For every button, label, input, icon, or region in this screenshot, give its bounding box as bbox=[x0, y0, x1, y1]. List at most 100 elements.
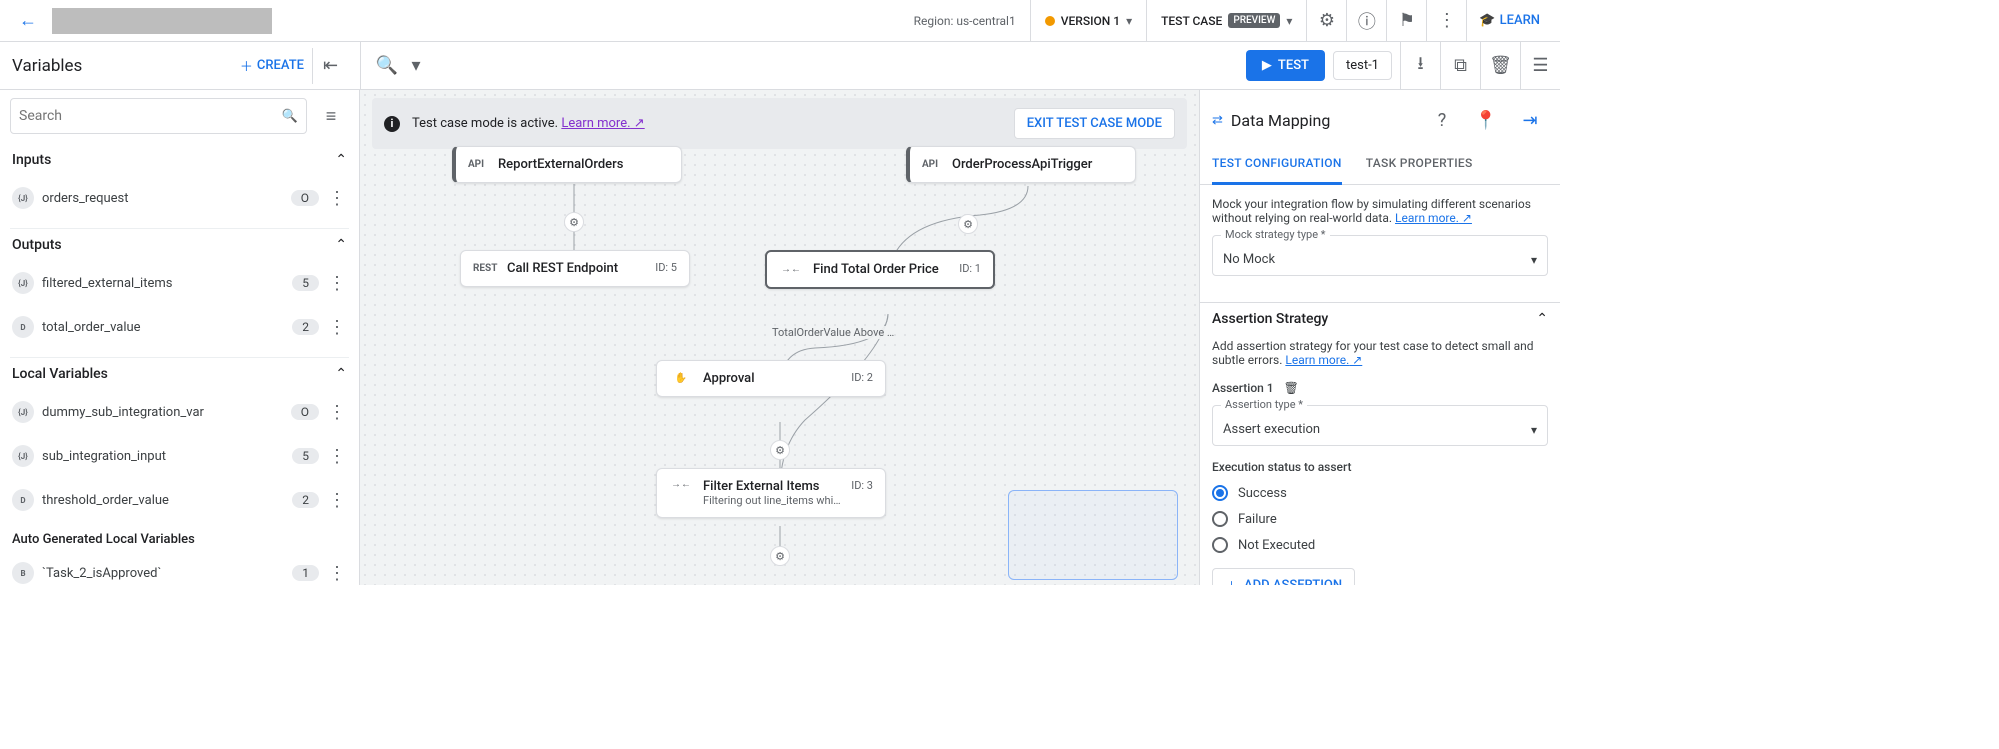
tab-test-configuration[interactable]: TEST CONFIGURATION bbox=[1212, 146, 1342, 185]
search-input[interactable] bbox=[19, 108, 282, 124]
testcase-selector[interactable]: TEST CASE PREVIEW ▾ bbox=[1146, 0, 1306, 42]
node-call-rest-endpoint[interactable]: REST Call REST Endpoint ID: 5 bbox=[460, 250, 690, 287]
var-name: filtered_external_items bbox=[42, 276, 284, 291]
back-button[interactable]: ← bbox=[8, 10, 48, 31]
var-count-badge: 2 bbox=[292, 492, 319, 508]
variable-row[interactable]: Dthreshold_order_value2⋮ bbox=[10, 478, 349, 522]
variable-row[interactable]: {J} sub_integration_input 5 ⋮ bbox=[10, 434, 349, 478]
chevron-up-icon: ⌃ bbox=[335, 152, 347, 168]
zoom-menu-chevron[interactable]: ▾ bbox=[409, 48, 423, 84]
var-menu-button[interactable]: ⋮ bbox=[327, 438, 347, 474]
filter-button[interactable]: ≡ bbox=[313, 98, 349, 134]
download-button[interactable]: ⭳ bbox=[1400, 42, 1440, 90]
var-menu-button[interactable]: ⋮ bbox=[327, 180, 347, 216]
variables-sidebar: 🔍 ≡ Inputs⌃ {J} orders_request O ⋮ Outputs⌃… bbox=[0, 90, 360, 585]
zoom-tool[interactable]: 🔍 bbox=[369, 48, 405, 84]
expand-panel-button[interactable]: ⇥ bbox=[1512, 102, 1548, 138]
radio-success[interactable]: Success bbox=[1212, 480, 1548, 506]
panel-title: Data Mapping bbox=[1231, 111, 1416, 130]
status-dot-icon bbox=[1045, 16, 1055, 26]
version-selector[interactable]: VERSION 1 ▾ bbox=[1030, 0, 1146, 42]
var-count-badge: 5 bbox=[292, 275, 319, 291]
learn-link[interactable]: 🎓 LEARN bbox=[1466, 0, 1552, 42]
api-icon: API bbox=[464, 159, 488, 170]
variable-row[interactable]: B`Task_2_isApproved`1⋮ bbox=[10, 551, 349, 585]
section-outputs[interactable]: Outputs⌃ bbox=[10, 228, 349, 261]
var-count-badge: 5 bbox=[292, 448, 319, 464]
create-variable-button[interactable]: ＋ CREATE bbox=[232, 50, 312, 81]
radio-failure[interactable]: Failure bbox=[1212, 506, 1548, 532]
chevron-up-icon: ⌃ bbox=[1536, 311, 1548, 327]
pin-icon[interactable]: 📍 bbox=[1468, 102, 1504, 138]
preview-badge: PREVIEW bbox=[1228, 13, 1280, 28]
chevron-down-icon: ▾ bbox=[1286, 14, 1292, 28]
help-icon[interactable]: ? bbox=[1424, 102, 1460, 138]
section-inputs[interactable]: Inputs⌃ bbox=[10, 144, 349, 176]
info-icon: i bbox=[384, 116, 400, 132]
more-menu-icon[interactable]: ⋮ bbox=[1426, 0, 1466, 42]
designer-canvas[interactable]: i Test case mode is active. Learn more. … bbox=[360, 90, 1200, 585]
assertion-section-header[interactable]: Assertion Strategy⌃ bbox=[1200, 302, 1560, 335]
var-menu-button[interactable]: ⋮ bbox=[327, 309, 347, 345]
delete-assertion-button[interactable]: 🗑 bbox=[1284, 381, 1299, 395]
collapse-sidebar-button[interactable]: ⇤ bbox=[312, 48, 348, 84]
add-assertion-button[interactable]: ＋ ADD ASSERTION bbox=[1212, 568, 1355, 585]
search-input-wrapper[interactable]: 🔍 bbox=[10, 98, 307, 134]
title-bar: ← Region: us-central1 VERSION 1 ▾ TEST C… bbox=[0, 0, 1560, 42]
node-find-total-order-price[interactable]: →← Find Total Order Price ID: 1 bbox=[765, 250, 995, 289]
plus-icon: ＋ bbox=[240, 56, 253, 75]
var-menu-button[interactable]: ⋮ bbox=[327, 555, 347, 585]
exit-test-mode-button[interactable]: EXIT TEST CASE MODE bbox=[1014, 108, 1175, 139]
var-type-icon: {J} bbox=[12, 187, 34, 209]
api-icon: API bbox=[918, 159, 942, 170]
radio-not-executed[interactable]: Not Executed bbox=[1212, 532, 1548, 558]
var-type-icon: B bbox=[12, 562, 34, 584]
var-menu-button[interactable]: ⋮ bbox=[327, 482, 347, 518]
settings-icon[interactable]: ⚙ bbox=[1306, 0, 1346, 42]
var-name: threshold_order_value bbox=[42, 493, 284, 508]
node-approval[interactable]: ✋ Approval ID: 2 bbox=[656, 360, 886, 397]
variable-row[interactable]: {J} filtered_external_items 5 ⋮ bbox=[10, 261, 349, 305]
plus-icon: ＋ bbox=[1225, 576, 1238, 585]
gear-icon[interactable]: ⚙ bbox=[770, 440, 790, 460]
test-mode-banner: i Test case mode is active. Learn more. … bbox=[372, 98, 1187, 149]
var-menu-button[interactable]: ⋮ bbox=[327, 394, 347, 430]
feedback-icon[interactable]: ⚑ bbox=[1386, 0, 1426, 42]
info-icon[interactable]: ⓘ bbox=[1346, 0, 1386, 42]
integration-name-redacted bbox=[52, 8, 272, 34]
node-order-process-trigger[interactable]: API OrderProcessApiTrigger bbox=[906, 146, 1136, 183]
region-label: Region: us-central1 bbox=[900, 0, 1030, 42]
copy-button[interactable]: ⧉ bbox=[1440, 42, 1480, 90]
mock-learn-more-link[interactable]: Learn more. ↗ bbox=[1395, 211, 1472, 225]
variable-row[interactable]: {J} orders_request O ⋮ bbox=[10, 176, 349, 220]
var-type-icon: D bbox=[12, 316, 34, 338]
var-type-icon: {J} bbox=[12, 401, 34, 423]
mock-strategy-select[interactable]: Mock strategy type * No Mock ▾ bbox=[1212, 235, 1548, 276]
node-filter-external-items[interactable]: →← Filter External Items Filtering out l… bbox=[656, 468, 886, 518]
mapping-icon: ⇄ bbox=[1212, 113, 1223, 128]
test-name-chip[interactable]: test-1 bbox=[1333, 51, 1392, 80]
var-count-badge: O bbox=[291, 190, 319, 206]
banner-learn-more-link[interactable]: Learn more. ↗ bbox=[561, 116, 644, 131]
assert-desc: Add assertion strategy for your test cas… bbox=[1212, 339, 1534, 367]
var-count-badge: O bbox=[291, 404, 319, 420]
menu-button[interactable]: ☰ bbox=[1520, 42, 1560, 90]
var-menu-button[interactable]: ⋮ bbox=[327, 265, 347, 301]
var-name: orders_request bbox=[42, 191, 283, 206]
var-name: sub_integration_input bbox=[42, 449, 284, 464]
delete-button[interactable]: 🗑 bbox=[1480, 42, 1520, 90]
var-type-icon: {J} bbox=[12, 445, 34, 467]
gear-icon[interactable]: ⚙ bbox=[770, 546, 790, 566]
variable-row[interactable]: Dtotal_order_value2⋮ bbox=[10, 305, 349, 349]
assertion-type-select[interactable]: Assertion type * Assert execution ▾ bbox=[1212, 405, 1548, 446]
gear-icon[interactable]: ⚙ bbox=[564, 212, 584, 232]
variable-row[interactable]: {J}dummy_sub_integration_varO⋮ bbox=[10, 390, 349, 434]
assert-learn-more-link[interactable]: Learn more. ↗ bbox=[1285, 353, 1362, 367]
var-type-icon: {J} bbox=[12, 272, 34, 294]
tab-task-properties[interactable]: TASK PROPERTIES bbox=[1366, 146, 1473, 184]
run-test-button[interactable]: ▶ TEST bbox=[1246, 50, 1325, 81]
gear-icon[interactable]: ⚙ bbox=[958, 214, 978, 234]
exec-status-label: Execution status to assert bbox=[1212, 460, 1548, 474]
section-locals[interactable]: Local Variables⌃ bbox=[10, 357, 349, 390]
node-report-external-orders[interactable]: API ReportExternalOrders bbox=[452, 146, 682, 183]
